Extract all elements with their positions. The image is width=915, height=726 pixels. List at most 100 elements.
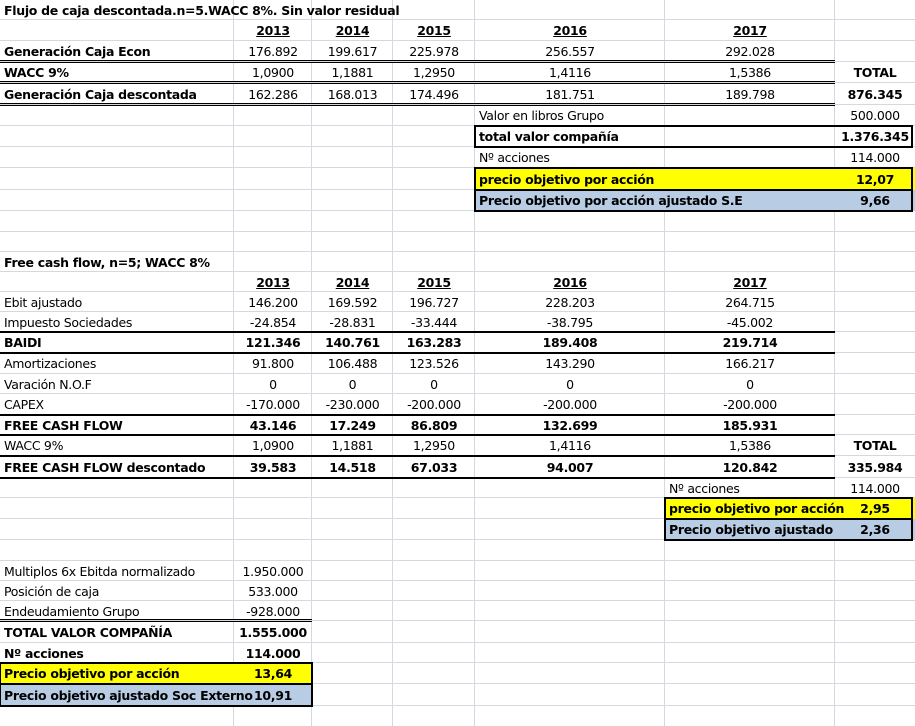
multiples-value[interactable]: 10,91 [234,684,312,706]
value-cell[interactable]: 143.290 [475,353,665,374]
value-cell[interactable]: 0 [665,374,835,394]
summary-label[interactable]: total valor compañía [475,126,835,147]
value-cell[interactable]: 169.592 [312,292,393,312]
value-cell[interactable]: 1,0900 [234,435,312,456]
year-header[interactable]: 2017 [665,20,835,41]
value-cell[interactable]: 228.203 [475,292,665,312]
value-cell[interactable]: 196.727 [393,292,475,312]
value-cell[interactable]: 1,2950 [393,435,475,456]
value-cell[interactable]: 1,4116 [475,435,665,456]
value-cell[interactable]: -230.000 [312,394,393,415]
year-header[interactable]: 2017 [665,272,835,292]
year-header[interactable]: 2015 [393,272,475,292]
value-cell[interactable]: 185.931 [665,415,835,435]
row-label[interactable]: WACC 9% [0,435,234,456]
row-label[interactable]: FREE CASH FLOW descontado [0,456,234,478]
year-header[interactable]: 2013 [234,20,312,41]
row-label[interactable]: Amortizaciones [0,353,234,374]
value-cell[interactable]: -33.444 [393,312,475,332]
value-cell[interactable]: 1,1881 [312,435,393,456]
value-cell[interactable]: 181.751 [475,83,665,105]
value-cell[interactable]: 1,5386 [665,435,835,456]
section-title[interactable]: Free cash flow, n=5; WACC 8% [0,252,234,272]
year-header[interactable]: 2014 [312,20,393,41]
summary-value[interactable]: 500.000 [835,105,915,126]
value-cell[interactable]: 123.526 [393,353,475,374]
row-label[interactable]: WACC 9% [0,62,234,83]
row-label[interactable]: CAPEX [0,394,234,415]
multiples-label[interactable]: Posición de caja [0,581,234,601]
value-cell[interactable]: 163.283 [393,332,475,353]
value-cell[interactable]: 0 [234,374,312,394]
year-header[interactable]: 2014 [312,272,393,292]
value-cell[interactable]: 67.033 [393,456,475,478]
multiples-label[interactable]: Precio objetivo ajustado Soc Externo [0,684,253,706]
summary-label[interactable]: Valor en libros Grupo [475,105,835,126]
value-cell[interactable]: 86.809 [393,415,475,435]
value-cell[interactable]: 0 [475,374,665,394]
multiples-value[interactable]: 1.555.000 [234,621,312,643]
summary-label[interactable]: Precio objetivo por acción ajustado S.E [475,190,835,211]
summary-label[interactable]: Nº acciones [475,147,835,168]
value-cell[interactable]: -200.000 [475,394,665,415]
value-cell[interactable]: 225.978 [393,41,475,62]
summary-label[interactable]: precio objetivo por acción [475,168,835,190]
row-label[interactable]: Generación Caja Econ [0,41,234,62]
section-title[interactable]: Flujo de caja descontada.n=5.WACC 8%. Si… [0,0,400,20]
value-cell[interactable]: 121.346 [234,332,312,353]
total-cell[interactable]: 335.984 [835,456,915,478]
value-cell[interactable]: -38.795 [475,312,665,332]
value-cell[interactable]: 199.617 [312,41,393,62]
row-label[interactable]: BAIDI [0,332,234,353]
value-cell[interactable]: 120.842 [665,456,835,478]
spreadsheet[interactable]: Flujo de caja descontada.n=5.WACC 8%. Si… [0,0,915,726]
value-cell[interactable]: 1,1881 [312,62,393,83]
value-cell[interactable]: 0 [312,374,393,394]
total-cell[interactable]: 876.345 [835,83,915,105]
value-cell[interactable]: 219.714 [665,332,835,353]
value-cell[interactable]: 0 [393,374,475,394]
value-cell[interactable]: 166.217 [665,353,835,374]
summary-value[interactable]: 2,95 [835,498,915,519]
value-cell[interactable]: 106.488 [312,353,393,374]
value-cell[interactable]: -24.854 [234,312,312,332]
value-cell[interactable]: 256.557 [475,41,665,62]
multiples-value[interactable]: 1.950.000 [234,561,312,581]
value-cell[interactable]: 94.007 [475,456,665,478]
value-cell[interactable]: -28.831 [312,312,393,332]
multiples-label[interactable]: Endeudamiento Grupo [0,601,234,621]
summary-value[interactable]: 114.000 [835,147,915,168]
value-cell[interactable]: 39.583 [234,456,312,478]
summary-label[interactable]: Nº acciones [665,478,835,498]
multiples-value[interactable]: 533.000 [234,581,312,601]
value-cell[interactable]: -200.000 [665,394,835,415]
multiples-label[interactable]: Multiplos 6x Ebitda normalizado [0,561,234,581]
value-cell[interactable]: 1,5386 [665,62,835,83]
value-cell[interactable]: 140.761 [312,332,393,353]
value-cell[interactable]: 1,4116 [475,62,665,83]
value-cell[interactable]: 264.715 [665,292,835,312]
value-cell[interactable]: 1,2950 [393,62,475,83]
value-cell[interactable]: -200.000 [393,394,475,415]
value-cell[interactable]: 174.496 [393,83,475,105]
value-cell[interactable]: -170.000 [234,394,312,415]
multiples-label[interactable]: Precio objetivo por acción [0,663,234,684]
multiples-value[interactable]: -928.000 [234,601,312,621]
row-label[interactable]: Ebit ajustado [0,292,234,312]
summary-value[interactable]: 1.376.345 [835,126,915,147]
summary-value[interactable]: 12,07 [835,168,915,190]
value-cell[interactable]: 132.699 [475,415,665,435]
multiples-label[interactable]: Nº acciones [0,643,234,663]
value-cell[interactable]: 292.028 [665,41,835,62]
value-cell[interactable]: 189.798 [665,83,835,105]
year-header[interactable]: 2015 [393,20,475,41]
summary-label[interactable]: Precio objetivo ajustado [665,519,835,540]
value-cell[interactable]: 91.800 [234,353,312,374]
total-cell[interactable]: TOTAL [835,435,915,456]
value-cell[interactable]: 189.408 [475,332,665,353]
multiples-label[interactable]: TOTAL VALOR COMPAÑÍA [0,621,234,643]
row-label[interactable]: FREE CASH FLOW [0,415,234,435]
value-cell[interactable]: 176.892 [234,41,312,62]
multiples-value[interactable]: 114.000 [234,643,312,663]
summary-value[interactable]: 9,66 [835,190,915,211]
